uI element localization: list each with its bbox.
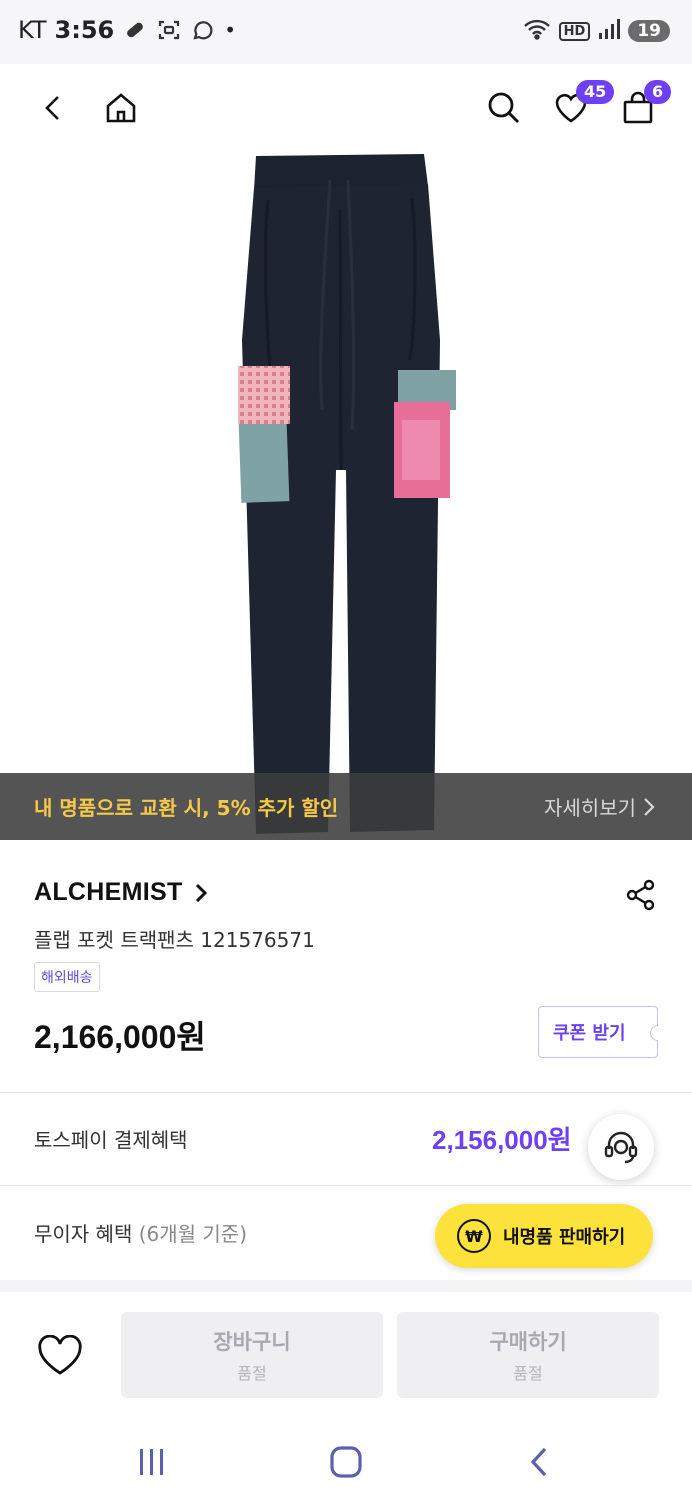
- clock: 3:56: [54, 16, 115, 44]
- sell-button-label: 내명품 판매하기: [503, 1227, 626, 1248]
- won-icon: ₩: [457, 1219, 491, 1253]
- tosspay-price: 2,156,000원: [432, 1125, 572, 1155]
- customer-service-button[interactable]: [588, 1114, 654, 1180]
- overseas-shipping-tag: 해외배송: [34, 962, 100, 992]
- divider: [0, 1185, 692, 1186]
- wishlist-count-badge: 45: [576, 80, 615, 104]
- interest-free-note: (6개월 기준): [138, 1222, 248, 1246]
- headset-icon: [604, 1131, 638, 1164]
- chevron-right-icon: [195, 883, 207, 902]
- system-home-button[interactable]: [324, 1442, 368, 1482]
- brand-link[interactable]: ALCHEMIST: [34, 878, 209, 907]
- back-button[interactable]: [30, 84, 78, 132]
- system-navigation-bar: [0, 1424, 692, 1500]
- chevron-left-icon: [45, 96, 59, 120]
- wishlist-toggle-button[interactable]: [34, 1330, 86, 1382]
- interest-free-row[interactable]: 무이자 혜택 (6개월 기준): [34, 1218, 247, 1247]
- share-icon: [626, 879, 655, 911]
- home-icon: [106, 93, 136, 123]
- home-square-icon: [330, 1446, 362, 1478]
- buy-now-button[interactable]: 구매하기 품절: [397, 1312, 659, 1398]
- coupon-label: 쿠폰 받기: [553, 1023, 626, 1044]
- heart-icon: [38, 1335, 82, 1375]
- pill-icon: [122, 17, 148, 43]
- hd-icon: HD: [558, 21, 591, 41]
- chevron-right-icon: [644, 797, 655, 816]
- status-bar: KT 3:56 • HD 19: [0, 0, 692, 64]
- recent-apps-button[interactable]: [130, 1442, 174, 1482]
- promo-more-label: 자세히보기: [544, 796, 636, 820]
- promo-text: 내 명품으로 교환 시, 5% 추가 할인: [34, 796, 339, 820]
- add-to-cart-label: 장바구니: [213, 1330, 291, 1354]
- tosspay-benefit-label: 토스페이 결제혜택: [34, 1128, 188, 1152]
- product-price: 2,166,000원: [34, 1019, 206, 1055]
- brand-name: ALCHEMIST: [34, 878, 183, 906]
- search-button[interactable]: [480, 84, 528, 132]
- share-button[interactable]: [624, 878, 658, 912]
- coupon-notch: [650, 1025, 658, 1041]
- section-separator: [0, 1280, 692, 1292]
- search-icon: [488, 92, 519, 123]
- sell-my-item-button[interactable]: ₩ 내명품 판매하기: [435, 1204, 653, 1268]
- wifi-icon: [523, 18, 551, 44]
- product-name: 플랩 포켓 트랙팬츠 121576571: [34, 928, 315, 952]
- chevron-left-icon: [530, 1447, 547, 1477]
- add-to-cart-status: 품절: [237, 1364, 267, 1383]
- divider: [0, 1092, 692, 1093]
- system-back-button[interactable]: [518, 1442, 562, 1482]
- interest-free-label: 무이자 혜택: [34, 1222, 133, 1246]
- recent-apps-icon: [140, 1449, 163, 1475]
- cart-count-badge: 6: [644, 80, 672, 104]
- promo-more-link[interactable]: 자세히보기: [544, 792, 656, 821]
- buy-now-status: 품절: [513, 1364, 543, 1383]
- add-to-cart-button[interactable]: 장바구니 품절: [121, 1312, 383, 1398]
- buy-now-label: 구매하기: [489, 1330, 567, 1354]
- home-button[interactable]: [97, 84, 145, 132]
- notification-dot: •: [224, 18, 237, 42]
- product-image[interactable]: [0, 140, 692, 840]
- carrier-label: KT: [18, 16, 47, 44]
- scan-icon: [156, 17, 182, 43]
- coupon-button[interactable]: 쿠폰 받기: [538, 1006, 658, 1058]
- whatsapp-icon: [190, 17, 216, 43]
- promo-banner[interactable]: 내 명품으로 교환 시, 5% 추가 할인 자세히보기: [0, 773, 692, 840]
- battery-indicator: 19: [628, 20, 670, 42]
- signal-icon: [598, 18, 621, 44]
